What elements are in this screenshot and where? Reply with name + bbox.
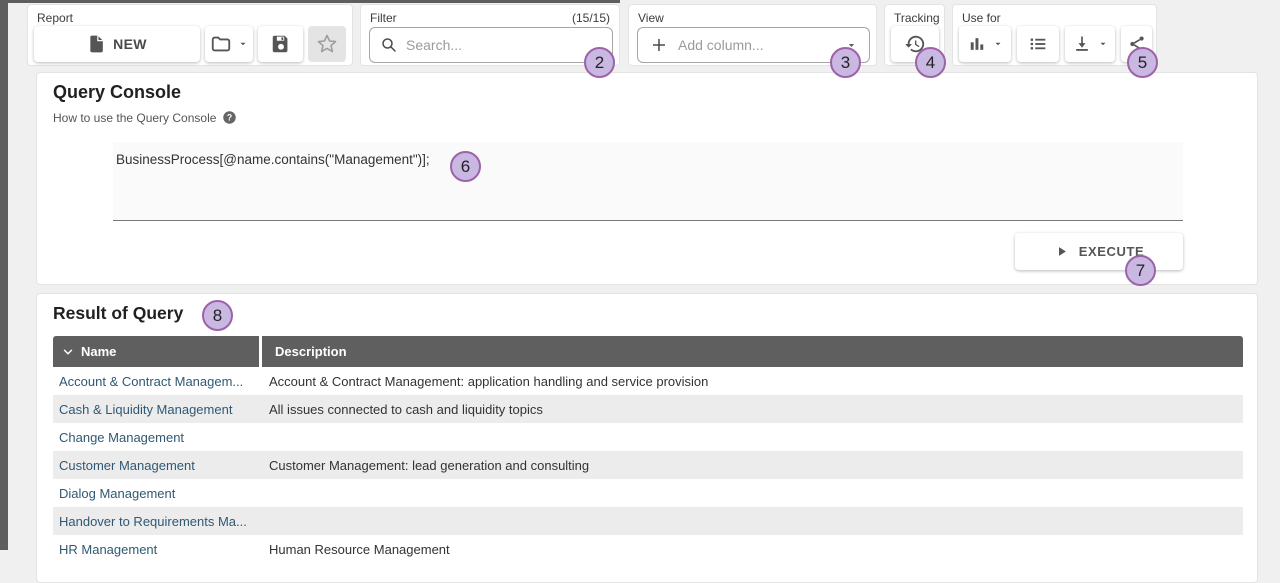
row-name-link[interactable]: Customer Management (53, 458, 259, 473)
table-row: Dialog Management (53, 479, 1243, 507)
svg-text:?: ? (227, 113, 232, 123)
new-report-button[interactable]: NEW (34, 26, 200, 62)
row-name-link[interactable]: Change Management (53, 430, 259, 445)
annotation-badge-8: 8 (202, 300, 233, 331)
use-for-toolbar-group: Use for (952, 4, 1157, 66)
query-console-help: How to use the Query Console ? (53, 110, 237, 125)
filter-group-label: Filter (370, 11, 397, 25)
open-report-button[interactable] (205, 26, 253, 62)
row-description: Account & Contract Management: applicati… (259, 374, 1243, 389)
window-edge-left (0, 0, 8, 550)
use-for-group-label: Use for (962, 11, 1001, 25)
execute-button[interactable]: EXECUTE (1015, 233, 1183, 270)
query-results-card: Result of Query Name Description Account… (36, 293, 1258, 583)
download-icon (1072, 34, 1092, 54)
row-description: Customer Management: lead generation and… (259, 458, 1243, 473)
filter-toolbar-group: Filter (15/15) Search... (360, 4, 620, 66)
folder-icon (210, 33, 232, 55)
annotation-badge-6: 6 (450, 151, 481, 182)
search-placeholder: Search... (406, 37, 462, 53)
row-description: Human Resource Management (259, 542, 1243, 557)
row-name-link[interactable]: Account & Contract Managem... (53, 374, 259, 389)
add-column-placeholder: Add column... (678, 37, 764, 53)
table-row: Cash & Liquidity ManagementAll issues co… (53, 395, 1243, 423)
annotation-badge-5: 5 (1127, 47, 1158, 78)
results-table-header: Name Description (53, 336, 1243, 367)
save-icon (270, 33, 292, 55)
document-icon (87, 34, 107, 54)
new-report-label: NEW (113, 36, 147, 52)
row-name-link[interactable]: HR Management (53, 542, 259, 557)
filter-count: (15/15) (572, 11, 610, 25)
chevron-down-icon (1098, 39, 1108, 49)
download-button[interactable] (1065, 26, 1115, 62)
results-title: Result of Query (53, 303, 183, 324)
results-table: Name Description Account & Contract Mana… (53, 336, 1243, 563)
annotation-badge-7: 7 (1125, 255, 1156, 286)
window-edge-top (0, 0, 620, 3)
table-row: Customer ManagementCustomer Management: … (53, 451, 1243, 479)
column-header-description-label: Description (275, 344, 347, 359)
help-icon[interactable]: ? (222, 110, 237, 125)
annotation-badge-2: 2 (584, 47, 615, 78)
row-name-link[interactable]: Handover to Requirements Ma... (53, 514, 259, 529)
row-description: All issues connected to cash and liquidi… (259, 402, 1243, 417)
star-icon (315, 32, 339, 56)
row-name-link[interactable]: Cash & Liquidity Management (53, 402, 259, 417)
bar-chart-icon (967, 34, 987, 54)
tracking-group-label: Tracking (894, 11, 940, 25)
favorite-star-button[interactable] (308, 26, 346, 62)
plus-icon (650, 36, 668, 54)
query-console-title: Query Console (53, 82, 181, 103)
table-row: HR ManagementHuman Resource Management (53, 535, 1243, 563)
help-link[interactable]: How to use the Query Console (53, 111, 216, 125)
list-icon (1027, 33, 1049, 55)
annotation-badge-3: 3 (830, 47, 861, 78)
search-input[interactable]: Search... (369, 27, 613, 63)
column-header-name-label: Name (81, 344, 116, 359)
query-input[interactable]: BusinessProcess[@name.contains("Manageme… (113, 142, 1183, 221)
search-icon (380, 36, 398, 54)
query-console-card: Query Console How to use the Query Conso… (36, 72, 1258, 285)
row-name-link[interactable]: Dialog Management (53, 486, 259, 501)
report-group-label: Report (37, 11, 73, 25)
chevron-down-icon (993, 39, 1003, 49)
view-group-label: View (638, 11, 664, 25)
column-header-name[interactable]: Name (53, 336, 259, 367)
sort-chevron-down-icon (61, 345, 75, 359)
save-report-button[interactable] (258, 26, 303, 62)
play-icon (1054, 244, 1069, 259)
table-row: Change Management (53, 423, 1243, 451)
annotation-badge-4: 4 (915, 47, 946, 78)
table-row: Handover to Requirements Ma... (53, 507, 1243, 535)
chevron-down-icon (238, 39, 248, 49)
results-table-body: Account & Contract Managem...Account & C… (53, 367, 1243, 563)
report-toolbar-group: Report NEW (27, 4, 353, 66)
chart-view-button[interactable] (959, 26, 1011, 62)
list-view-button[interactable] (1017, 26, 1059, 62)
table-row: Account & Contract Managem...Account & C… (53, 367, 1243, 395)
column-header-description[interactable]: Description (262, 336, 1243, 367)
